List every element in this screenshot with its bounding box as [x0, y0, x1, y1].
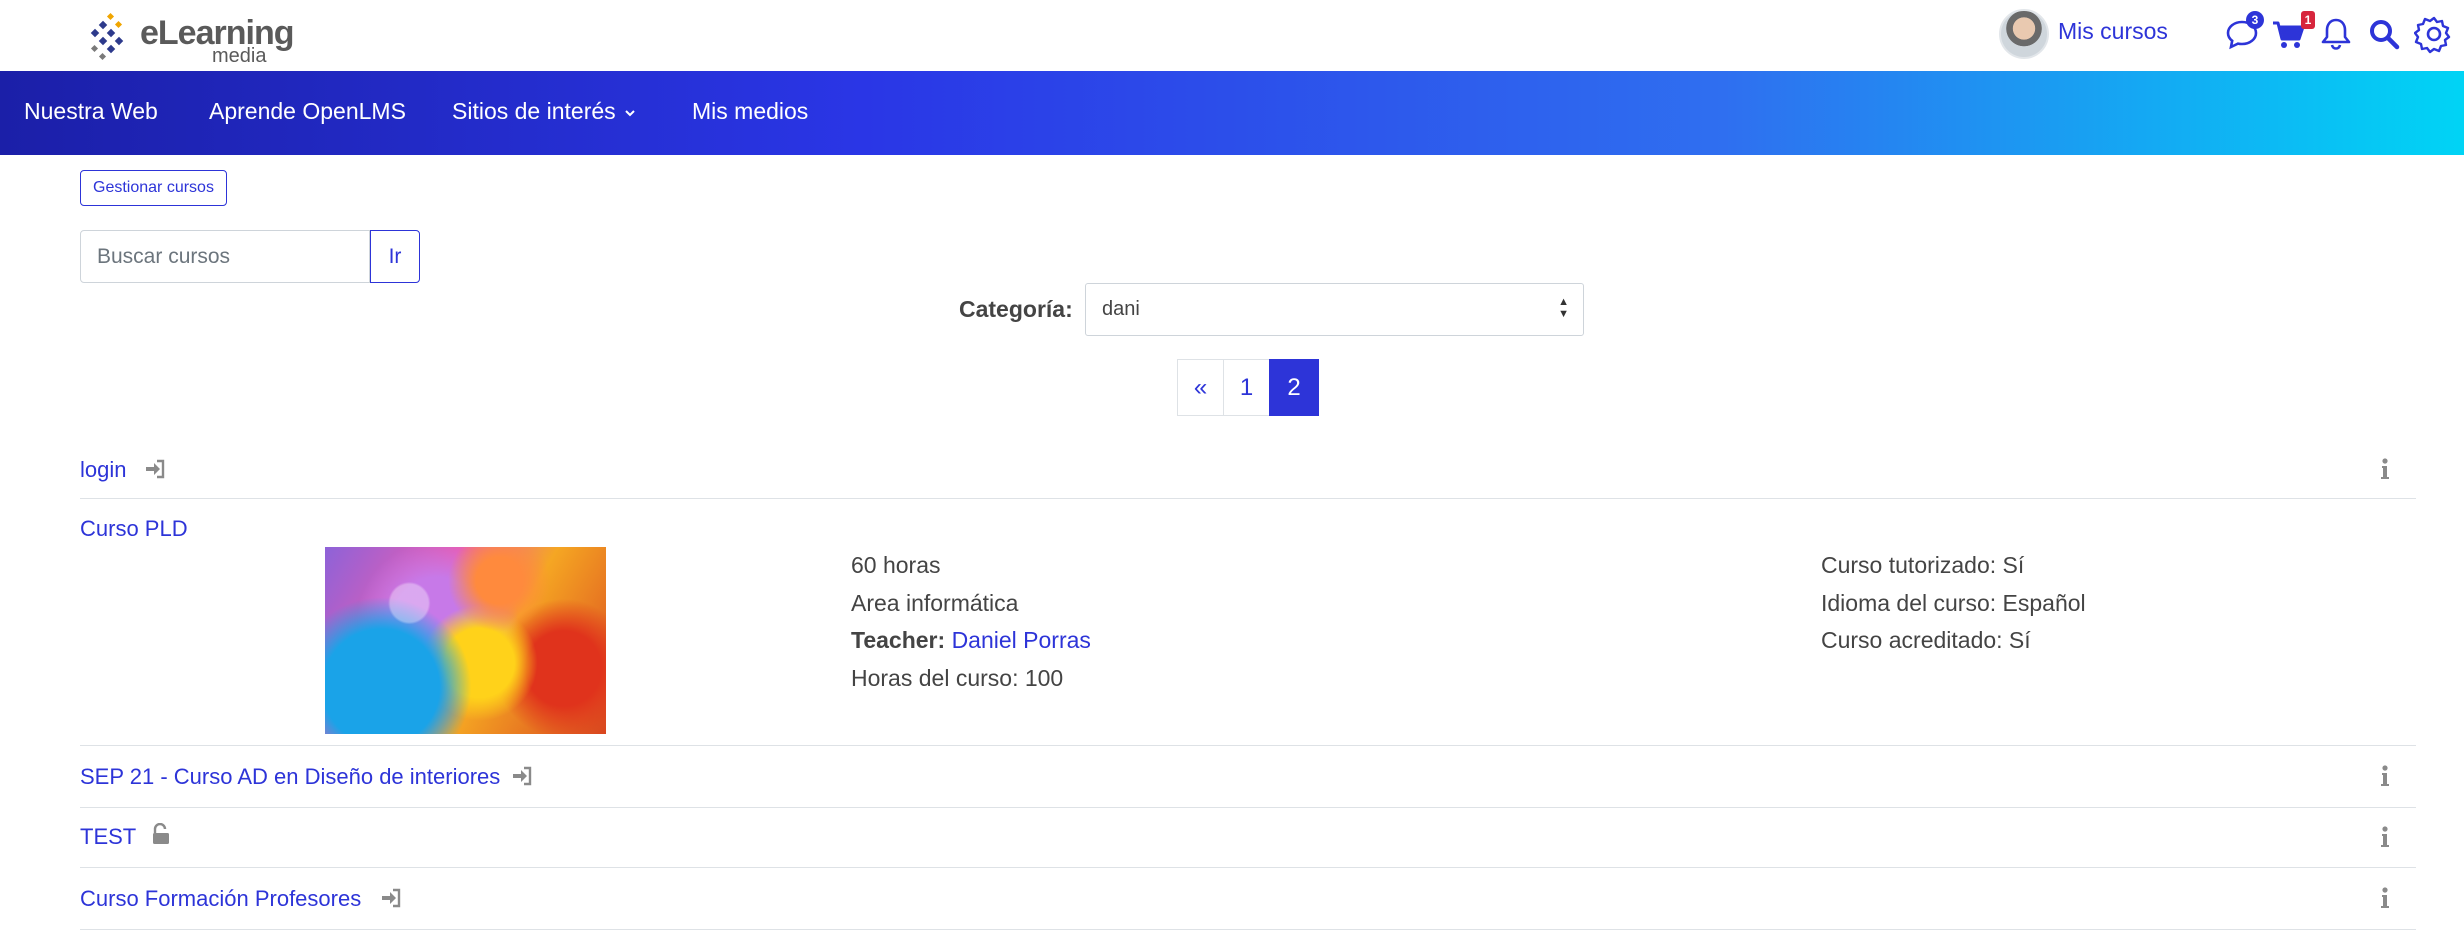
category-selected-value: dani: [1102, 298, 1140, 320]
bell-icon: [2321, 18, 2351, 50]
course-detail-language: Idioma del curso: Español: [1821, 590, 2086, 616]
course-link-login[interactable]: login: [80, 457, 126, 483]
site-logo[interactable]: eLearning media: [86, 8, 326, 67]
enrol-icon: [146, 459, 165, 479]
top-header: eLearning media Mis cursos 3 1: [0, 0, 2464, 71]
course-detail-duration: 60 horas: [851, 552, 941, 578]
messages-button[interactable]: 3: [2222, 11, 2264, 54]
course-link-sep21[interactable]: SEP 21 - Curso AD en Diseño de interiore…: [80, 764, 500, 790]
course-row: login: [80, 445, 2416, 499]
unlock-icon: [153, 823, 169, 844]
chevron-down-icon: [624, 110, 635, 117]
course-row: Curso Formación Profesores: [80, 868, 2416, 930]
nav-aprende-openlms[interactable]: Aprende OpenLMS: [209, 98, 406, 125]
select-arrows-icon: ▲ ▼: [1558, 296, 1569, 320]
course-link-formacion-profesores[interactable]: Curso Formación Profesores: [80, 886, 361, 912]
course-detail-teacher: Teacher: Daniel Porras: [851, 627, 1091, 654]
teacher-link[interactable]: Daniel Porras: [952, 627, 1091, 653]
course-row: SEP 21 - Curso AD en Diseño de interiore…: [80, 746, 2416, 808]
nav-mis-medios[interactable]: Mis medios: [692, 98, 808, 125]
course-image[interactable]: [325, 547, 606, 734]
avatar[interactable]: [1999, 9, 2049, 59]
gear-icon: [2413, 16, 2451, 54]
cart-button[interactable]: 1: [2269, 11, 2315, 54]
logo-subtext: media: [212, 45, 267, 67]
enrol-icon: [513, 766, 532, 786]
nav-nuestra-web[interactable]: Nuestra Web: [24, 98, 158, 125]
course-detail-accredited: Curso acreditado: Sí: [1821, 627, 2031, 653]
search-go-button[interactable]: Ir: [370, 230, 420, 283]
search-button[interactable]: [2364, 14, 2404, 54]
settings-button[interactable]: [2413, 14, 2454, 54]
messages-count-badge: 3: [2246, 11, 2264, 29]
course-link-test[interactable]: TEST: [80, 824, 136, 850]
info-icon[interactable]: [2378, 457, 2392, 481]
info-icon[interactable]: [2378, 825, 2392, 849]
pagination-prev[interactable]: «: [1177, 359, 1224, 416]
logo-mark-icon: [90, 12, 124, 61]
mis-cursos-link[interactable]: Mis cursos: [2058, 18, 2168, 45]
category-label: Categoría:: [959, 296, 1073, 322]
pagination: « 1 2: [1177, 359, 1319, 416]
category-select[interactable]: dani ▲ ▼: [1085, 283, 1584, 336]
course-link-curso-pld[interactable]: Curso PLD: [80, 516, 188, 542]
pagination-page-2[interactable]: 2: [1269, 359, 1319, 416]
cart-count-badge: 1: [2301, 11, 2315, 29]
info-icon[interactable]: [2378, 764, 2392, 788]
nav-sitios-label: Sitios de interés: [452, 98, 616, 124]
search-icon: [2370, 20, 2400, 50]
course-search-input[interactable]: [80, 230, 370, 283]
course-detail-area: Area informática: [851, 590, 1019, 616]
nav-sitios-de-interes[interactable]: Sitios de interés: [452, 98, 636, 125]
info-icon[interactable]: [2378, 886, 2392, 910]
course-row: TEST: [80, 808, 2416, 868]
course-detail-hours: Horas del curso: 100: [851, 665, 1064, 691]
manage-courses-button[interactable]: Gestionar cursos: [80, 170, 227, 206]
notifications-button[interactable]: [2316, 14, 2356, 54]
pagination-page-1[interactable]: 1: [1223, 359, 1270, 416]
enrol-icon: [382, 888, 401, 908]
teacher-label: Teacher:: [851, 627, 946, 653]
main-nav: Nuestra Web Aprende OpenLMS Sitios de in…: [0, 71, 2464, 155]
user-toolbar: Mis cursos 3 1: [1944, 0, 2464, 71]
course-detail-tutorized: Curso tutorizado: Sí: [1821, 552, 2025, 578]
